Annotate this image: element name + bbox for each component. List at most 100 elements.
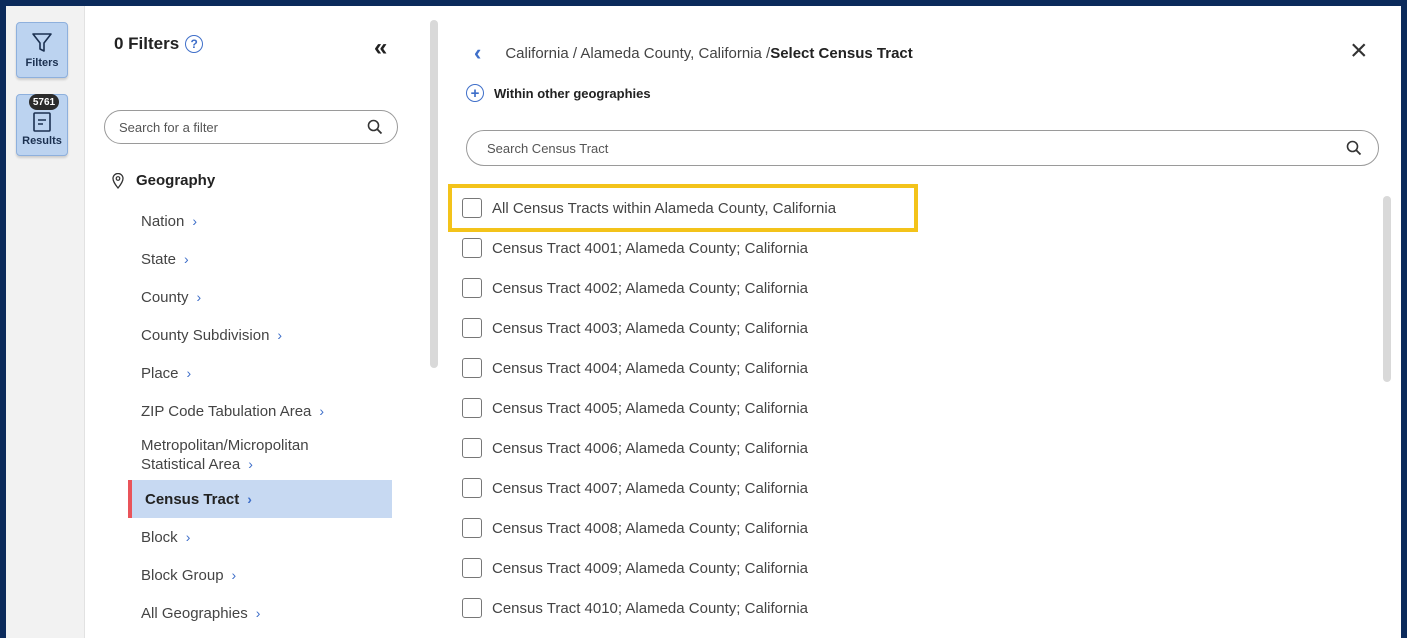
checkbox[interactable] xyxy=(462,358,482,378)
geo-item-label: Statistical Area xyxy=(141,455,241,473)
geography-heading-label: Geography xyxy=(136,172,216,189)
chevron-right-icon: › xyxy=(255,605,261,621)
geo-item-county-subdivision[interactable]: County Subdivision › xyxy=(86,316,398,354)
help-icon[interactable]: ? xyxy=(185,35,204,53)
tract-label: All Census Tracts within Alameda County,… xyxy=(492,199,837,217)
chevron-right-icon: › xyxy=(319,403,325,419)
chevron-right-icon: › xyxy=(184,251,189,267)
back-chevron-icon[interactable]: ‹ xyxy=(474,42,481,64)
checkbox[interactable] xyxy=(462,238,482,258)
geo-item-msa[interactable]: Metropolitan/Micropolitan Statistical Ar… xyxy=(86,430,398,480)
tract-label: Census Tract 4007; Alameda County; Calif… xyxy=(492,479,809,497)
geo-item-place[interactable]: Place › xyxy=(86,354,398,392)
chevron-right-icon: › xyxy=(231,567,237,583)
checkbox[interactable] xyxy=(462,598,482,618)
geo-item-block-group[interactable]: Block Group › xyxy=(86,556,398,594)
within-other-geographies-label: Within other geographies xyxy=(494,85,651,101)
document-icon xyxy=(33,112,51,132)
tract-label: Census Tract 4010; Alameda County; Calif… xyxy=(492,599,809,617)
census-tract-search-input[interactable]: Search Census Tract xyxy=(466,130,1379,166)
tract-option[interactable]: Census Tract 4010; Alameda County; Calif… xyxy=(462,588,1382,628)
geo-item-county[interactable]: County › xyxy=(86,278,398,316)
chevron-right-icon: › xyxy=(185,529,191,545)
tract-label: Census Tract 4003; Alameda County; Calif… xyxy=(492,319,809,337)
results-rail-label: Results xyxy=(22,135,62,147)
search-icon[interactable] xyxy=(367,119,383,135)
geo-item-label: All Geographies xyxy=(141,604,248,622)
chevron-right-icon: › xyxy=(247,491,252,507)
filters-rail-button[interactable]: Filters xyxy=(16,22,68,78)
census-tract-list: All Census Tracts within Alameda County,… xyxy=(462,188,1382,628)
plus-circle-icon: + xyxy=(466,84,484,102)
collapse-panel-icon[interactable]: « xyxy=(374,36,387,60)
geo-item-all-geographies[interactable]: All Geographies › xyxy=(86,594,398,632)
census-tract-panel: ‹ California / Alameda County, Californi… xyxy=(440,6,1401,638)
chevron-right-icon: › xyxy=(277,327,283,343)
tract-option[interactable]: Census Tract 4003; Alameda County; Calif… xyxy=(462,308,1382,348)
chevron-right-icon: › xyxy=(192,213,198,229)
geo-item-label: State xyxy=(141,250,177,268)
geo-item-label: Block Group xyxy=(141,566,224,584)
tract-label: Census Tract 4005; Alameda County; Calif… xyxy=(492,399,809,417)
filter-search-placeholder: Search for a filter xyxy=(119,119,218,135)
checkbox[interactable] xyxy=(462,278,482,298)
tract-option[interactable]: Census Tract 4006; Alameda County; Calif… xyxy=(462,428,1382,468)
tract-label: Census Tract 4001; Alameda County; Calif… xyxy=(492,239,809,257)
close-icon[interactable]: × xyxy=(1350,36,1368,66)
geo-item-label: County Subdivision xyxy=(141,326,270,344)
left-rail: Filters 5761 Results xyxy=(6,6,85,638)
map-pin-icon xyxy=(112,172,124,189)
breadcrumb-path[interactable]: California / Alameda County, California … xyxy=(505,45,770,62)
tract-option[interactable]: Census Tract 4002; Alameda County; Calif… xyxy=(462,268,1382,308)
checkbox[interactable] xyxy=(462,518,482,538)
filter-panel: 0 Filters ? « Search for a filter Geogra… xyxy=(86,6,438,638)
checkbox[interactable] xyxy=(462,438,482,458)
breadcrumb: ‹ California / Alameda County, Californi… xyxy=(474,42,913,64)
tract-option[interactable]: Census Tract 4007; Alameda County; Calif… xyxy=(462,468,1382,508)
checkbox[interactable] xyxy=(462,478,482,498)
geo-item-label: County xyxy=(141,288,189,306)
chevron-right-icon: › xyxy=(248,455,253,472)
checkbox[interactable] xyxy=(462,198,482,218)
geo-item-nation[interactable]: Nation › xyxy=(86,202,398,240)
app-frame: Filters 5761 Results 0 Filters ? « Searc… xyxy=(6,6,1401,638)
tract-option[interactable]: Census Tract 4004; Alameda County; Calif… xyxy=(462,348,1382,388)
checkbox[interactable] xyxy=(462,318,482,338)
geo-item-label: Census Tract xyxy=(145,490,240,508)
within-other-geographies-button[interactable]: + Within other geographies xyxy=(466,84,651,102)
checkbox[interactable] xyxy=(462,398,482,418)
tract-label: Census Tract 4004; Alameda County; Calif… xyxy=(492,359,809,377)
geo-item-block[interactable]: Block › xyxy=(86,518,398,556)
tract-label: Census Tract 4006; Alameda County; Calif… xyxy=(492,439,809,457)
geo-item-label: ZIP Code Tabulation Area xyxy=(141,402,312,420)
tract-label: Census Tract 4008; Alameda County; Calif… xyxy=(492,519,809,537)
tract-option-all[interactable]: All Census Tracts within Alameda County,… xyxy=(462,188,1382,228)
geo-item-zcta[interactable]: ZIP Code Tabulation Area › xyxy=(86,392,398,430)
tract-option[interactable]: Census Tract 4009; Alameda County; Calif… xyxy=(462,548,1382,588)
chevron-right-icon: › xyxy=(196,289,202,305)
census-tract-list-area: All Census Tracts within Alameda County,… xyxy=(440,184,1401,638)
tract-option[interactable]: Census Tract 4001; Alameda County; Calif… xyxy=(462,228,1382,268)
tract-label: Census Tract 4009; Alameda County; Calif… xyxy=(492,559,809,577)
geo-item-label: Nation xyxy=(141,212,185,230)
filter-panel-scrollbar[interactable] xyxy=(430,20,438,368)
geo-item-census-tract[interactable]: Census Tract › xyxy=(128,480,392,518)
results-rail-button[interactable]: 5761 Results xyxy=(16,94,68,156)
search-icon[interactable] xyxy=(1346,140,1362,156)
geo-item-label: Place xyxy=(141,364,179,382)
census-tract-search-placeholder: Search Census Tract xyxy=(487,140,609,156)
checkbox[interactable] xyxy=(462,558,482,578)
filter-search-input[interactable]: Search for a filter xyxy=(104,110,398,144)
tract-option[interactable]: Census Tract 4005; Alameda County; Calif… xyxy=(462,388,1382,428)
results-count-badge: 5761 xyxy=(29,94,59,110)
filter-panel-title: 0 Filters ? xyxy=(114,34,204,54)
tract-label: Census Tract 4002; Alameda County; Calif… xyxy=(492,279,809,297)
filters-rail-label: Filters xyxy=(25,57,59,69)
geography-list: Nation › State › County › County Subdivisio… xyxy=(86,202,398,632)
geo-item-label: Block xyxy=(141,528,178,546)
tract-list-scrollbar[interactable] xyxy=(1383,196,1391,382)
geo-item-state[interactable]: State › xyxy=(86,240,398,278)
tract-option[interactable]: Census Tract 4008; Alameda County; Calif… xyxy=(462,508,1382,548)
breadcrumb-current: Select Census Tract xyxy=(770,44,913,62)
geography-heading[interactable]: Geography xyxy=(112,172,215,189)
